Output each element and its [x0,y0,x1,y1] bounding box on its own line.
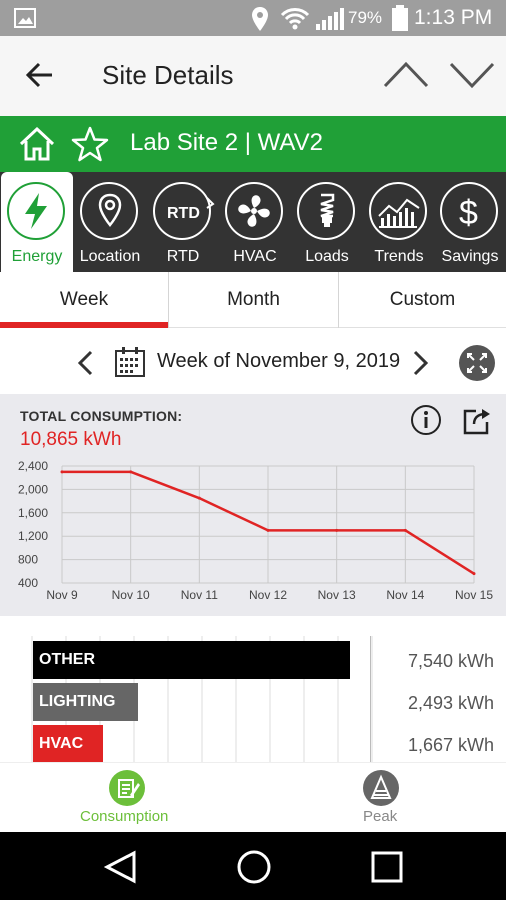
info-icon[interactable] [410,404,442,436]
y-tick-label: 2,000 [18,482,48,496]
data-point [197,496,201,500]
chevron-down-icon[interactable] [448,58,496,90]
data-point [266,528,270,532]
x-tick-label: Nov 13 [318,588,356,602]
dollar-icon: $ [459,194,478,232]
bar-lighting: LIGHTING [33,683,138,721]
tab-rtd[interactable]: RTD RTD [147,172,219,272]
tab-savings[interactable]: $ Savings [434,172,506,272]
battery-percent: 79% [348,8,383,27]
bar-label: OTHER [39,651,95,668]
tab-week[interactable]: Week [0,272,168,328]
signal-icon [316,8,344,30]
trends-icon [378,198,420,228]
back-triangle-icon[interactable] [104,850,138,884]
tab-label: Trends [374,248,424,265]
data-point [60,470,64,474]
tab-label: Location [79,248,141,265]
value-hvac: 1,667 kWh [407,735,494,755]
site-name: Lab Site 2 | WAV2 [130,129,323,156]
image-icon [14,8,36,28]
share-icon[interactable] [462,406,494,436]
home-circle-icon[interactable] [236,849,272,885]
value-other: 7,540 kWh [407,651,494,671]
clock: 1:13 PM [414,6,493,29]
app-bar: Site Details [0,36,506,116]
lightning-icon [25,193,47,229]
star-icon[interactable] [70,125,110,163]
tab-label: Loads [305,248,349,265]
data-point [335,528,339,532]
consumption-total: 10,865 kWh [20,429,122,450]
tab-label: RTD [166,248,200,265]
chevron-right-icon[interactable] [412,350,430,376]
tab-month[interactable]: Month [168,272,338,328]
x-tick-label: Nov 14 [386,588,424,602]
value-divider [370,636,371,762]
page-title: Site Details [102,60,234,90]
period-tabs: Week Month Custom [0,272,506,328]
tab-hvac[interactable]: HVAC [219,172,291,272]
bottom-tab-peak[interactable]: Peak [330,763,430,833]
bottom-tab-label: Consumption [80,808,169,825]
recents-square-icon[interactable] [370,850,404,884]
bottom-nav: Consumption Peak [0,762,506,832]
tab-label: Energy [11,248,63,265]
system-nav-bar [0,832,506,900]
y-tick-label: 1,600 [18,506,48,520]
map-pin-icon [98,193,122,227]
data-point [403,528,407,532]
y-tick-label: 400 [18,576,38,590]
y-tick-label: 2,400 [18,459,48,473]
week-label: Week of November 9, 2019 [157,350,401,372]
tab-location[interactable]: Location [74,172,146,272]
chevron-left-icon[interactable] [76,350,94,376]
x-tick-label: Nov 9 [46,588,78,602]
x-tick-label: Nov 12 [249,588,287,602]
bar-label: HVAC [39,735,84,752]
x-tick-label: Nov 11 [181,588,218,602]
data-point [129,470,133,474]
arrow-left-icon[interactable] [26,62,54,88]
category-tabs: Energy Location RTD RTD HVAC Loads Trend… [0,172,506,272]
tab-trends[interactable]: Trends [363,172,435,272]
tab-label: Savings [441,248,499,265]
consumption-icon [109,770,145,806]
consumption-chart-card: TOTAL CONSUMPTION: 10,865 kWh 2,400 2,000… [0,394,506,616]
tab-energy[interactable]: Energy [1,172,73,272]
rtd-icon: RTD [167,197,215,222]
tab-loads[interactable]: Loads [291,172,363,272]
bar-label: LIGHTING [39,693,116,710]
peak-icon [363,770,399,806]
svg-text:$: $ [459,194,478,232]
y-tick-label: 1,200 [18,529,48,543]
calendar-icon[interactable] [114,346,146,378]
value-lighting: 2,493 kWh [407,693,494,713]
status-bar: 79% 1:13 PM [0,0,506,36]
line-chart: 2,400 2,000 1,600 1,200 800 400 Nov 9 Nov 10 Nov… [18,459,493,602]
y-tick-label: 800 [18,553,38,567]
fan-icon [238,195,270,227]
location-icon [252,7,268,31]
svg-text:RTD: RTD [167,205,200,222]
wifi-icon [280,8,310,30]
bar-other: OTHER [33,641,350,679]
bar-hvac: HVAC [33,725,103,763]
week-navigator: Week of November 9, 2019 [0,330,506,394]
tab-custom[interactable]: Custom [338,272,506,328]
consumption-breakdown: OTHER 7,540 kWh LIGHTING 2,493 kWh HVAC … [0,622,506,763]
data-point [472,572,476,576]
bottom-tab-consumption[interactable]: Consumption [60,763,194,833]
tab-label: HVAC [233,248,277,265]
bulb-icon [320,193,335,227]
site-bar: Lab Site 2 | WAV2 [0,116,506,172]
expand-icon[interactable] [458,344,496,382]
chevron-up-icon[interactable] [382,58,430,90]
home-icon[interactable] [18,126,56,162]
bottom-tab-label: Peak [363,808,398,825]
consumption-title: TOTAL CONSUMPTION: [20,408,183,424]
x-tick-label: Nov 15 [455,588,493,602]
x-tick-label: Nov 10 [112,588,150,602]
battery-icon [392,5,408,31]
